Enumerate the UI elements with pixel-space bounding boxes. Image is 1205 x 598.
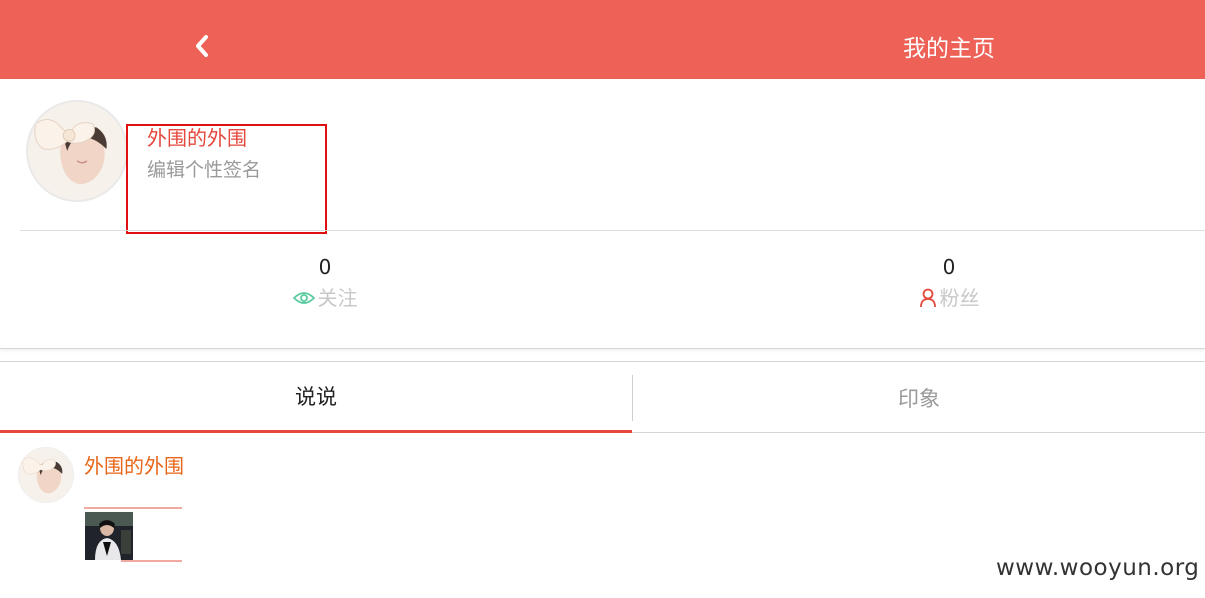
post-image-thumbnail[interactable] [85, 512, 133, 560]
stat-fans[interactable]: 0 粉丝 [849, 255, 1049, 311]
tab-bar: 说说 印象 [0, 361, 1205, 433]
user-icon [919, 288, 936, 308]
following-label: 关注 [317, 286, 358, 310]
fans-label: 粉丝 [939, 286, 980, 310]
post-author-avatar[interactable] [18, 447, 74, 503]
fans-count: 0 [942, 255, 956, 279]
watermark-text: www.wooyun.org [996, 555, 1200, 581]
post-author-name[interactable]: 外围的外围 [84, 453, 184, 479]
profile-card: 外围的外围 编辑个性签名 0 关注 0 粉丝 [0, 79, 1205, 349]
post-content-line [84, 507, 182, 509]
eye-icon [292, 292, 315, 304]
chevron-left-icon [196, 35, 208, 57]
tab-impressions[interactable]: 印象 [633, 362, 1205, 433]
post-content-line [121, 560, 182, 562]
avatar-image [28, 102, 126, 200]
tab-posts[interactable]: 说说 [0, 362, 632, 433]
back-button[interactable] [186, 28, 218, 64]
profile-username: 外围的外围 [147, 126, 247, 150]
app-header: 我的主页 [0, 0, 1205, 79]
avatar-image [19, 448, 73, 502]
stat-following[interactable]: 0 关注 [225, 255, 425, 311]
avatar[interactable] [26, 100, 128, 202]
following-count: 0 [318, 255, 332, 279]
signature-edit-link[interactable]: 编辑个性签名 [147, 157, 261, 183]
divider [20, 230, 1205, 231]
photo-image [85, 512, 133, 560]
page-title: 我的主页 [903, 36, 995, 62]
